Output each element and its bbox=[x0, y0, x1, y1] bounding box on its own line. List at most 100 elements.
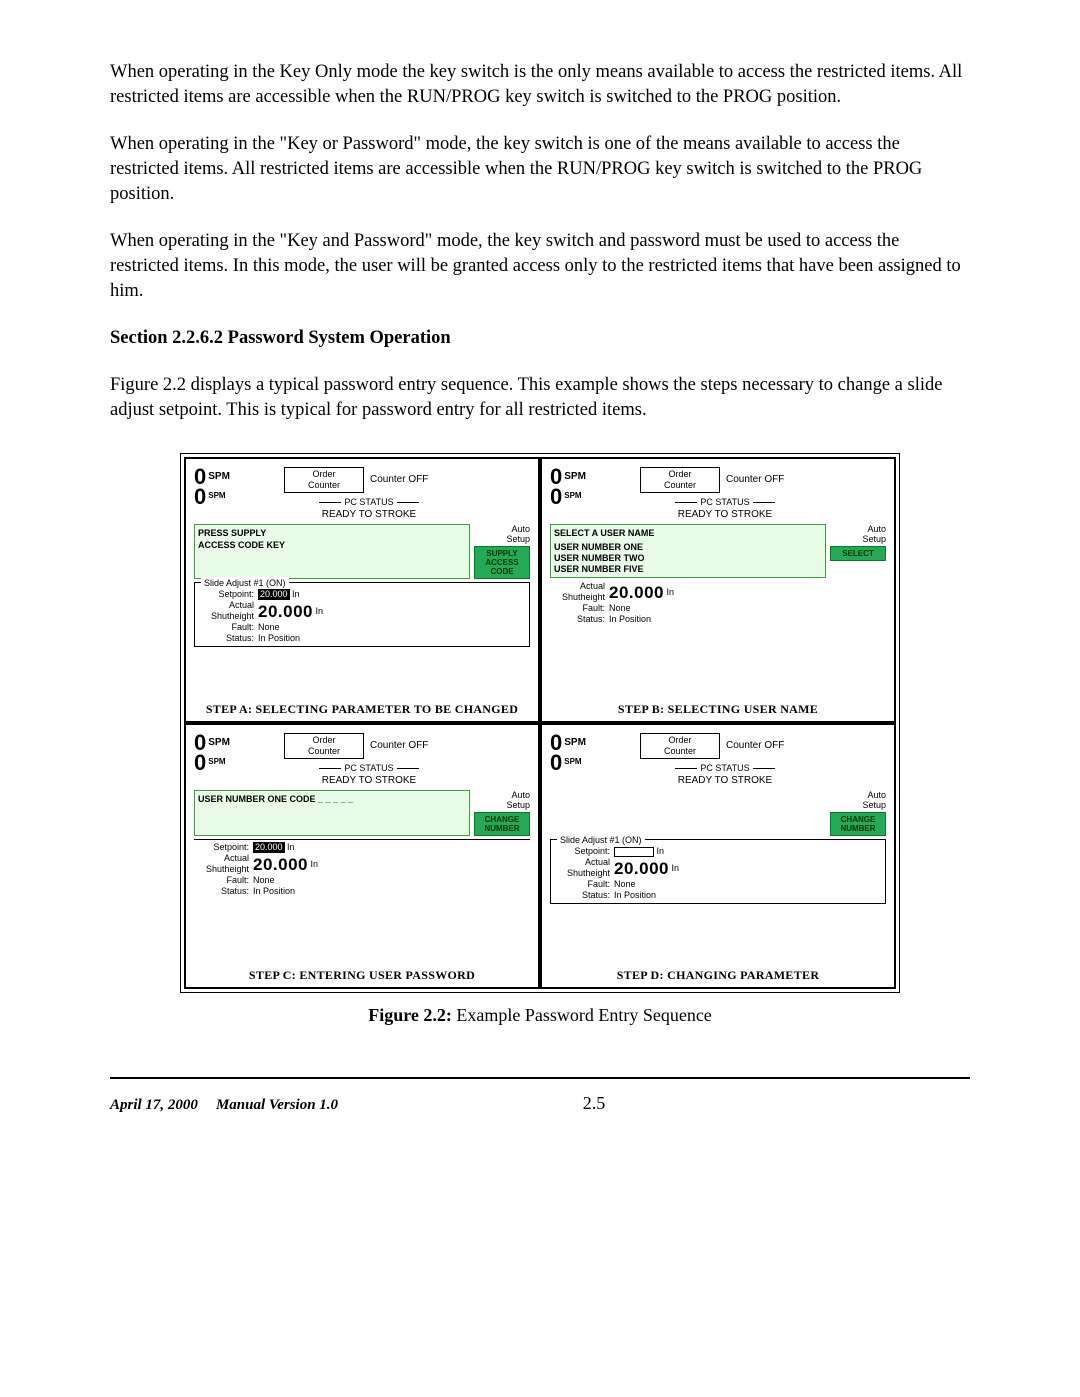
shutheight-value: 20.000 bbox=[609, 587, 664, 598]
pc-status-label: PC STATUS bbox=[640, 762, 810, 774]
actual-shutheight-key: ActualShutheight bbox=[550, 581, 605, 603]
prompt-line-2: ACCESS CODE KEY bbox=[198, 539, 466, 551]
fault-value: None bbox=[609, 603, 631, 614]
step-a-panel: 0SPM 0SPM Order Counter Counter OFF P bbox=[190, 463, 534, 673]
shutheight-unit: In bbox=[664, 587, 674, 598]
footer-manual-version: Manual Version 1.0 bbox=[216, 1095, 338, 1115]
order-label: Order bbox=[287, 469, 361, 480]
change-number-button[interactable]: CHANGE NUMBER bbox=[830, 812, 886, 836]
counter-off-label: Counter OFF bbox=[726, 739, 784, 753]
status-key: Status: bbox=[199, 633, 254, 644]
prompt-box: USER NUMBER ONE CODE _ _ _ _ _ bbox=[194, 790, 470, 836]
setpoint-value: 20.000 bbox=[258, 589, 290, 600]
change-number-button[interactable]: CHANGE NUMBER bbox=[474, 812, 530, 836]
step-c-cell: 0SPM 0SPM Order Counter Counter OFF P bbox=[184, 723, 540, 989]
status-key: Status: bbox=[550, 614, 605, 625]
select-button[interactable]: SELECT bbox=[830, 546, 886, 561]
figure-caption-text: Example Password Entry Sequence bbox=[452, 1005, 712, 1025]
status-value: In Position bbox=[253, 886, 295, 897]
btn-l2: ACCESS bbox=[476, 558, 528, 567]
counter-off-label: Counter OFF bbox=[370, 739, 428, 753]
setup-label: Setup bbox=[474, 534, 530, 544]
status-value: In Position bbox=[258, 633, 300, 644]
counter-off-label: Counter OFF bbox=[726, 473, 784, 487]
figure-caption-label: Figure 2.2: bbox=[368, 1005, 452, 1025]
fault-key: Fault: bbox=[550, 603, 605, 614]
step-d-panel: 0SPM 0SPM Order Counter Counter OFF P bbox=[546, 729, 890, 939]
auto-label: Auto bbox=[830, 790, 886, 800]
paragraph-figure-intro: Figure 2.2 displays a typical password e… bbox=[110, 373, 970, 423]
auto-label: Auto bbox=[474, 524, 530, 534]
prompt-line-1: PRESS SUPPLY bbox=[198, 527, 466, 539]
spm-value-2: 0 bbox=[550, 487, 562, 507]
figure-caption: Figure 2.2: Example Password Entry Seque… bbox=[110, 1003, 970, 1027]
auto-label: Auto bbox=[830, 524, 886, 534]
step-b-cell: 0SPM 0SPM Order Counter Counter OFF P bbox=[540, 457, 896, 723]
btn-l1: SUPPLY bbox=[476, 549, 528, 558]
step-a-caption: STEP A: SELECTING PARAMETER TO BE CHANGE… bbox=[190, 701, 534, 717]
spm-value-2: 0 bbox=[194, 487, 206, 507]
slide-adjust-group: Slide Adjust #1 (ON) Setpoint:20.000 In … bbox=[194, 582, 530, 647]
counter-label: Counter bbox=[287, 480, 361, 491]
pc-status-label: PC STATUS bbox=[284, 762, 454, 774]
status-key: Status: bbox=[194, 886, 249, 897]
actual-shutheight-key: ActualShutheight bbox=[199, 600, 254, 622]
shutheight-value: 20.000 bbox=[614, 863, 669, 874]
step-c-panel: 0SPM 0SPM Order Counter Counter OFF P bbox=[190, 729, 534, 939]
fault-value: None bbox=[258, 622, 280, 633]
counter-off-label: Counter OFF bbox=[370, 473, 428, 487]
paragraph-key-and-password: When operating in the "Key and Password"… bbox=[110, 229, 970, 304]
user-option-2[interactable]: USER NUMBER TWO bbox=[554, 553, 822, 564]
section-heading: Section 2.2.6.2 Password System Operatio… bbox=[110, 326, 970, 351]
setup-label: Setup bbox=[830, 534, 886, 544]
setpoint-input[interactable] bbox=[614, 847, 654, 857]
pc-status-label: PC STATUS bbox=[284, 496, 454, 508]
fault-key: Fault: bbox=[194, 875, 249, 886]
supply-access-code-button[interactable]: SUPPLY ACCESS CODE bbox=[474, 546, 530, 579]
setpoint-value: 20.000 bbox=[253, 842, 285, 853]
actual-shutheight-key: ActualShutheight bbox=[555, 857, 610, 879]
prompt-user-code: USER NUMBER ONE CODE _ _ _ _ _ bbox=[198, 793, 466, 805]
prompt-box bbox=[550, 790, 826, 836]
setpoint-unit: In bbox=[290, 589, 300, 600]
fault-value: None bbox=[614, 879, 636, 890]
step-d-caption: STEP D: CHANGING PARAMETER bbox=[546, 967, 890, 983]
setpoint-key: Setpoint: bbox=[194, 842, 249, 853]
btn-l3: CODE bbox=[476, 567, 528, 576]
status-key: Status: bbox=[555, 890, 610, 901]
footer: April 17, 2000 Manual Version 1.0 2.5 bbox=[110, 1079, 970, 1115]
slide-adjust-legend: Slide Adjust #1 (ON) bbox=[557, 834, 645, 846]
step-a-cell: 0SPM 0SPM Order Counter Counter OFF P bbox=[184, 457, 540, 723]
prompt-box: PRESS SUPPLY ACCESS CODE KEY bbox=[194, 524, 470, 579]
spm-label-2: SPM bbox=[208, 757, 225, 768]
slide-adjust-group: Slide Adjust #1 (ON) Setpoint: In Actual… bbox=[550, 839, 886, 904]
spm-label-1: SPM bbox=[564, 470, 586, 484]
ready-label: READY TO STROKE bbox=[284, 508, 454, 522]
footer-page-number: 2.5 bbox=[583, 1091, 606, 1115]
order-counter-box: Order Counter bbox=[640, 467, 720, 493]
setup-label: Setup bbox=[474, 800, 530, 810]
prompt-box: SELECT A USER NAME USER NUMBER ONE USER … bbox=[550, 524, 826, 578]
user-option-3[interactable]: USER NUMBER FIVE bbox=[554, 564, 822, 575]
pc-status-label: PC STATUS bbox=[640, 496, 810, 508]
spm-label-1: SPM bbox=[208, 736, 230, 750]
ready-label: READY TO STROKE bbox=[640, 508, 810, 522]
step-d-cell: 0SPM 0SPM Order Counter Counter OFF P bbox=[540, 723, 896, 989]
spm-label-1: SPM bbox=[208, 470, 230, 484]
ready-label: READY TO STROKE bbox=[640, 774, 810, 788]
shutheight-value: 20.000 bbox=[258, 606, 313, 617]
fault-key: Fault: bbox=[555, 879, 610, 890]
slide-adjust-legend: Slide Adjust #1 (ON) bbox=[201, 577, 289, 589]
status-value: In Position bbox=[614, 890, 656, 901]
shutheight-unit: In bbox=[313, 606, 323, 617]
step-b-caption: STEP B: SELECTING USER NAME bbox=[546, 701, 890, 717]
paragraph-key-only: When operating in the Key Only mode the … bbox=[110, 60, 970, 110]
spm-label-2: SPM bbox=[564, 757, 581, 768]
figure-2-2: 0SPM 0SPM Order Counter Counter OFF P bbox=[180, 453, 900, 993]
footer-date: April 17, 2000 bbox=[110, 1095, 198, 1115]
user-option-1[interactable]: USER NUMBER ONE bbox=[554, 542, 822, 553]
order-counter-box: Order Counter bbox=[284, 467, 364, 493]
step-b-panel: 0SPM 0SPM Order Counter Counter OFF P bbox=[546, 463, 890, 673]
fault-key: Fault: bbox=[199, 622, 254, 633]
step-c-caption: STEP C: ENTERING USER PASSWORD bbox=[190, 967, 534, 983]
